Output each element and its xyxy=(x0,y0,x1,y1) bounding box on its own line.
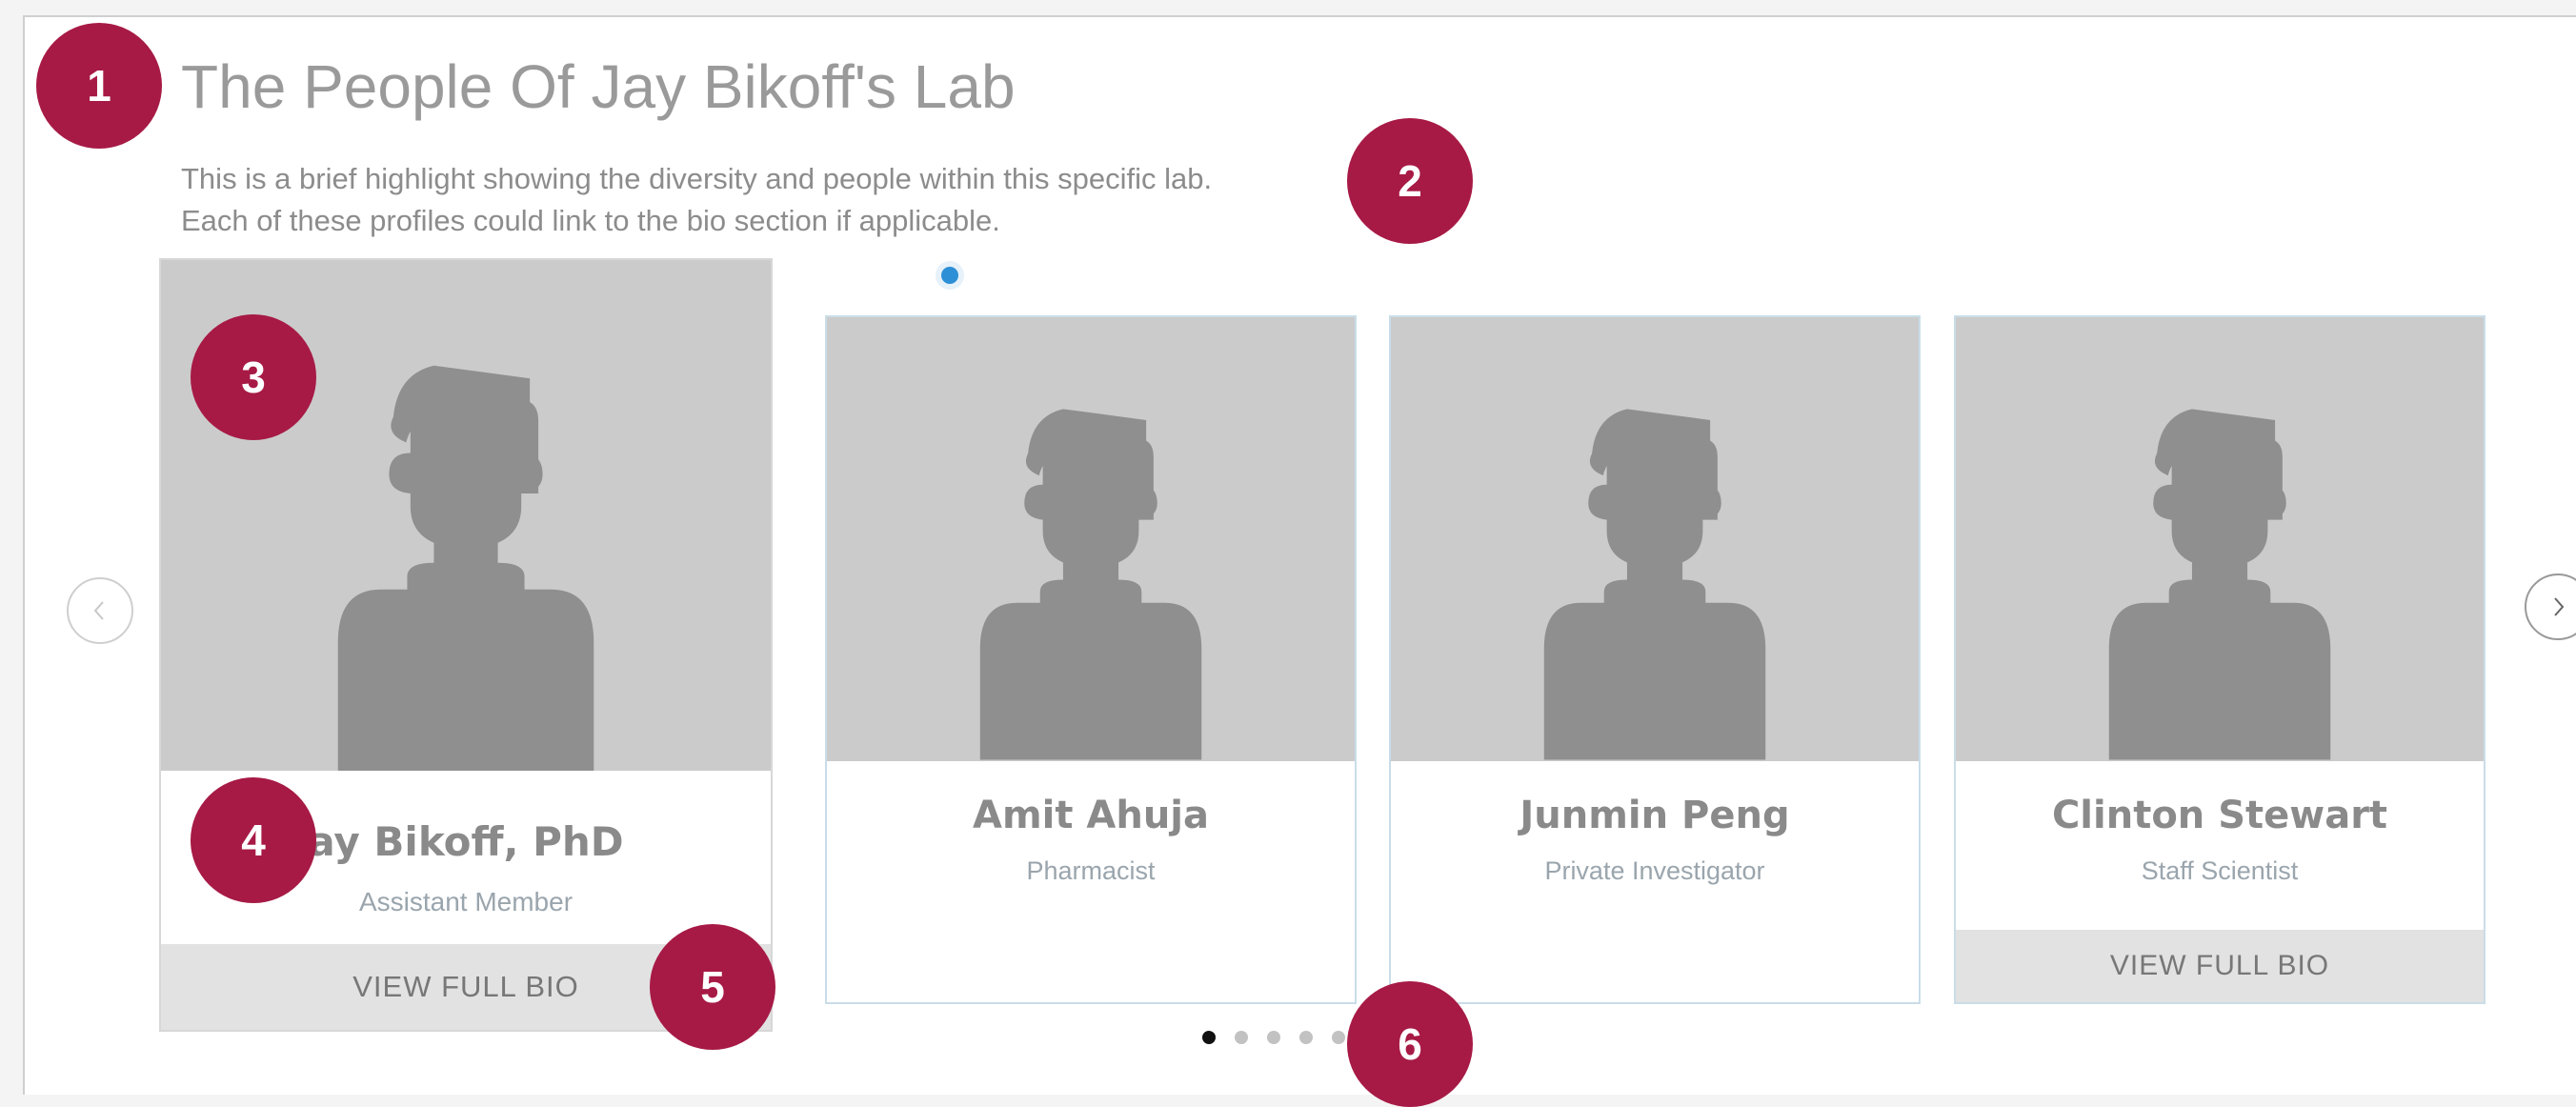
description-line-2: Each of these profiles could link to the… xyxy=(181,204,1000,237)
chevron-right-icon xyxy=(2554,597,2565,616)
profile-card[interactable]: Amit Ahuja Pharmacist xyxy=(825,315,1357,1004)
carousel-prev-button[interactable] xyxy=(67,577,133,644)
person-silhouette-icon xyxy=(2108,409,2331,760)
pagination-dot[interactable] xyxy=(1235,1031,1248,1044)
annotation-badge: 3 xyxy=(191,314,316,440)
pagination-dot[interactable] xyxy=(1202,1031,1216,1044)
description-line-1: This is a brief highlight showing the di… xyxy=(181,162,1213,195)
annotation-badge: 5 xyxy=(650,924,775,1050)
profile-photo xyxy=(827,317,1355,761)
annotation-badge: 4 xyxy=(191,777,316,903)
profile-role: Staff Scientist xyxy=(2141,856,2299,885)
pagination-dot[interactable] xyxy=(1267,1031,1280,1044)
carousel-pagination xyxy=(1202,1031,1345,1044)
profile-role: Private Investigator xyxy=(1544,856,1765,885)
view-full-bio-button[interactable]: VIEW FULL BIO xyxy=(1956,930,2484,1002)
person-silhouette-icon xyxy=(979,409,1202,760)
people-section: The People Of Jay Bikoff's Lab This is a… xyxy=(23,15,2576,1107)
annotation-badge: 1 xyxy=(36,23,162,149)
pagination-dot[interactable] xyxy=(1332,1031,1345,1044)
profile-photo xyxy=(1956,317,2484,761)
active-card-indicator xyxy=(941,267,958,284)
profile-card[interactable]: Clinton Stewart Staff Scientist VIEW FUL… xyxy=(1954,315,2485,1004)
annotation-badge: 6 xyxy=(1347,981,1473,1107)
page-title: The People Of Jay Bikoff's Lab xyxy=(181,52,1016,121)
profile-name: Junmin Peng xyxy=(1519,794,1790,837)
profile-name: Amit Ahuja xyxy=(972,794,1209,837)
person-silhouette-icon xyxy=(1543,409,1766,760)
carousel-next-button[interactable] xyxy=(2525,574,2576,640)
chevron-left-icon xyxy=(93,601,104,620)
pagination-dot[interactable] xyxy=(1299,1031,1313,1044)
profile-card[interactable]: Junmin Peng Private Investigator xyxy=(1389,315,1921,1004)
person-silhouette-icon xyxy=(337,365,594,771)
profile-role: Pharmacist xyxy=(1026,856,1156,885)
profile-name: Clinton Stewart xyxy=(2051,794,2388,837)
section-description: This is a brief highlight showing the di… xyxy=(181,158,1212,242)
profile-photo xyxy=(1391,317,1919,761)
annotation-badge: 2 xyxy=(1347,118,1473,244)
